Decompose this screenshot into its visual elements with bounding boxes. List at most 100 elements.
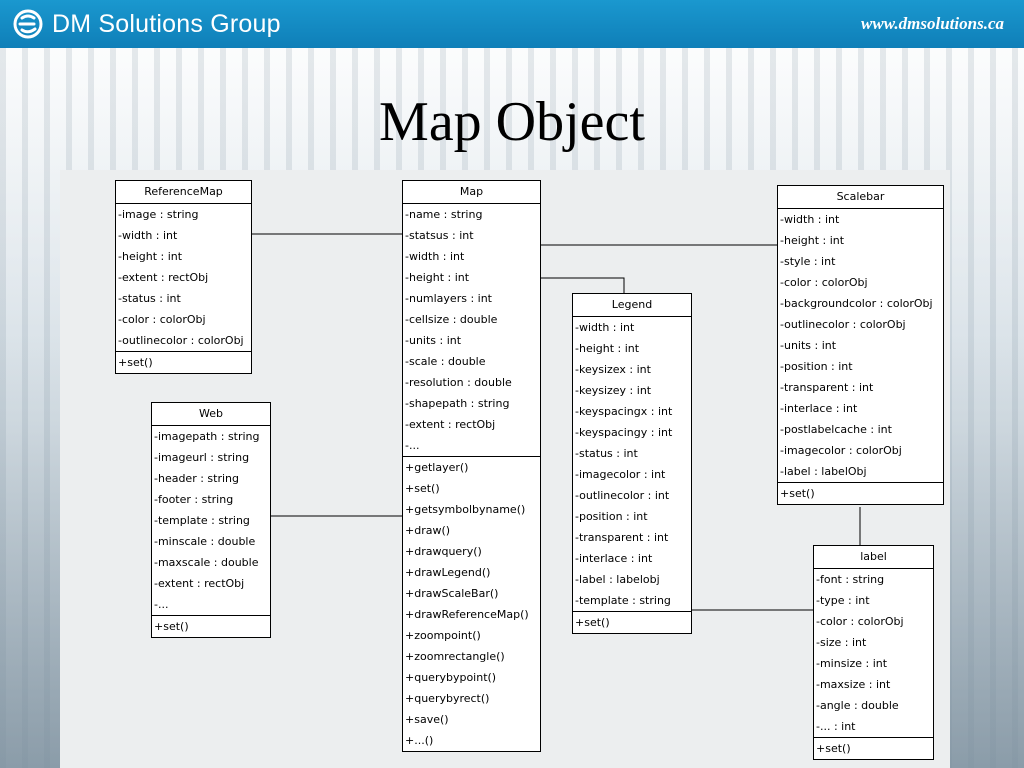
attribute-row: -backgroundcolor : colorObj [780, 297, 933, 310]
attribute-row: -numlayers : int [405, 292, 492, 305]
class-web: Web -imagepath : string -imageurl : stri… [151, 402, 271, 638]
attribute-row: -label : labelobj [575, 573, 660, 586]
attribute-row: -shapepath : string [405, 397, 510, 410]
method-list: +set() [116, 352, 251, 373]
class-name: Legend [573, 294, 691, 317]
attribute-row: -cellsize : double [405, 313, 498, 326]
attribute-row: -color : colorObj [118, 313, 206, 326]
attribute-row: -units : int [405, 334, 462, 347]
attribute-list: -image : string -width : int -height : i… [116, 204, 251, 352]
method-list: +set() [152, 616, 270, 637]
attribute-list: -width : int -height : int -style : int … [778, 209, 943, 483]
attribute-row: -units : int [780, 339, 837, 352]
slide-title: Map Object [379, 91, 645, 153]
attribute-row: -label : labelObj [780, 465, 867, 478]
attribute-row: -width : int [118, 229, 178, 242]
globe-e-icon [13, 9, 43, 39]
attribute-row: -style : int [780, 255, 836, 268]
attribute-row: -resolution : double [405, 376, 512, 389]
method-list: +set() [573, 612, 691, 633]
method-row: +drawLegend() [405, 566, 491, 579]
attribute-row: -color : colorObj [816, 615, 904, 628]
method-list: +set() [814, 738, 933, 759]
method-row: +draw() [405, 524, 451, 537]
attribute-row: -outlinecolor : colorObj [780, 318, 906, 331]
attribute-row: -template : string [575, 594, 671, 607]
attribute-row: -imagecolor : colorObj [780, 444, 902, 457]
method-row: +set() [405, 482, 440, 495]
attribute-row: -image : string [118, 208, 199, 221]
attribute-row: -keyspacingx : int [575, 405, 673, 418]
attribute-row: -type : int [816, 594, 870, 607]
attribute-row: -transparent : int [575, 531, 669, 544]
attribute-row: -status : int [575, 447, 638, 460]
method-row: +set() [118, 356, 153, 369]
attribute-row: -height : int [780, 234, 845, 247]
attribute-row: -maxsize : int [816, 678, 891, 691]
method-row: +save() [405, 713, 449, 726]
attribute-row: -extent : rectObj [154, 577, 245, 590]
attribute-row: -status : int [118, 292, 181, 305]
attribute-row: -... [405, 439, 420, 452]
association-map-legend [541, 277, 625, 293]
class-legend: Legend -width : int -height : int -keysi… [572, 293, 692, 634]
class-name: Web [152, 403, 270, 426]
attribute-list: -font : string -type : int -color : colo… [814, 569, 933, 738]
class-name: Map [403, 181, 540, 204]
attribute-row: -font : string [816, 573, 885, 586]
class-name: label [814, 546, 933, 569]
attribute-row: -height : int [575, 342, 640, 355]
attribute-row: -keyspacingy : int [575, 426, 673, 439]
attribute-row: -template : string [154, 514, 250, 527]
attribute-row: -outlinecolor : int [575, 489, 670, 502]
attribute-row: -statsus : int [405, 229, 474, 242]
attribute-row: -position : int [780, 360, 853, 373]
attribute-row: -imagecolor : int [575, 468, 666, 481]
method-row: +set() [816, 742, 851, 755]
class-referencemap: ReferenceMap -image : string -width : in… [115, 180, 252, 374]
method-row: +set() [154, 620, 189, 633]
attribute-row: -... : int [816, 720, 856, 733]
method-list: +getlayer() +set() +getsymbolbyname() +d… [403, 457, 540, 751]
class-name: Scalebar [778, 186, 943, 209]
attribute-row: -header : string [154, 472, 239, 485]
method-row: +...() [405, 734, 434, 747]
class-map: Map -name : string -statsus : int -width… [402, 180, 541, 752]
attribute-row: -... [154, 598, 169, 611]
attribute-row: -minscale : double [154, 535, 256, 548]
attribute-row: -keysizey : int [575, 384, 652, 397]
method-row: +getlayer() [405, 461, 469, 474]
method-row: +zoomrectangle() [405, 650, 505, 663]
method-row: +drawScaleBar() [405, 587, 499, 600]
method-list: +set() [778, 483, 943, 504]
attribute-row: -interlace : int [780, 402, 858, 415]
attribute-row: -position : int [575, 510, 648, 523]
attribute-list: -imagepath : string -imageurl : string -… [152, 426, 270, 616]
attribute-row: -height : int [405, 271, 470, 284]
attribute-row: -width : int [780, 213, 840, 226]
method-row: +zoompoint() [405, 629, 481, 642]
method-row: +getsymbolbyname() [405, 503, 526, 516]
attribute-row: -width : int [405, 250, 465, 263]
method-row: +set() [780, 487, 815, 500]
attribute-row: -imageurl : string [154, 451, 250, 464]
attribute-row: -width : int [575, 321, 635, 334]
company-logo: DM Solutions Group [12, 7, 281, 41]
attribute-row: -extent : rectObj [405, 418, 496, 431]
attribute-row: -angle : double [816, 699, 899, 712]
attribute-row: -size : int [816, 636, 867, 649]
method-row: +drawquery() [405, 545, 482, 558]
attribute-row: -imagepath : string [154, 430, 260, 443]
uml-diagram: ReferenceMap -image : string -width : in… [60, 170, 950, 768]
class-label: label -font : string -type : int -color … [813, 545, 934, 760]
attribute-list: -name : string -statsus : int -width : i… [403, 204, 540, 457]
attribute-row: -color : colorObj [780, 276, 868, 289]
attribute-row: -extent : rectObj [118, 271, 209, 284]
attribute-row: -minsize : int [816, 657, 888, 670]
attribute-row: -scale : double [405, 355, 486, 368]
attribute-row: -keysizex : int [575, 363, 651, 376]
attribute-row: -outlinecolor : colorObj [118, 334, 244, 347]
method-row: +drawReferenceMap() [405, 608, 529, 621]
website-url: www.dmsolutions.ca [861, 14, 1004, 33]
method-row: +set() [575, 616, 610, 629]
